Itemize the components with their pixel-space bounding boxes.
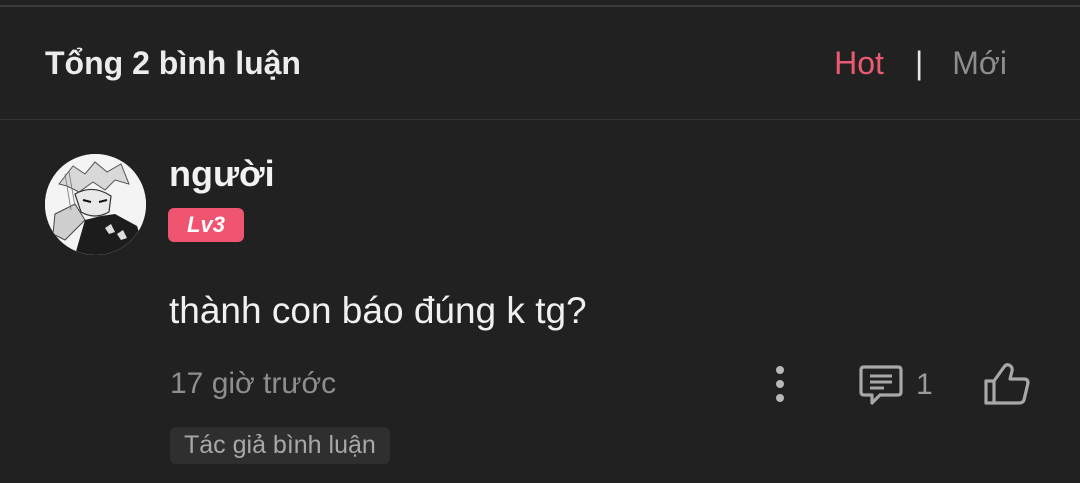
reply-button[interactable]: 1	[858, 363, 933, 407]
reply-count: 1	[916, 368, 933, 401]
author-comment-tag: Tác giả bình luận	[170, 427, 390, 464]
sort-hot-tab[interactable]: Hot	[834, 45, 884, 82]
like-button[interactable]	[982, 361, 1032, 407]
thumbs-up-icon	[984, 363, 1030, 405]
more-options-button[interactable]	[770, 363, 790, 405]
sort-new-tab[interactable]: Mới	[952, 45, 1007, 82]
comment-text: thành con báo đúng k tg?	[169, 290, 587, 331]
sort-separator: |	[914, 45, 924, 81]
avatar-image	[45, 154, 146, 255]
avatar[interactable]	[45, 154, 146, 255]
comments-header: Tổng 2 bình luận Hot | Mới	[0, 7, 1080, 120]
comment-count-title: Tổng 2 bình luận	[45, 45, 301, 81]
more-vertical-icon	[776, 366, 784, 402]
sort-switcher: Hot | Mới	[834, 45, 1007, 82]
comment-item: người Lv3 thành con báo đúng k tg? 17 gi…	[0, 120, 1080, 483]
comment-timestamp: 17 giờ trước	[170, 367, 337, 400]
comment-icon	[859, 365, 903, 405]
comment-username[interactable]: người	[169, 153, 275, 195]
level-badge: Lv3	[168, 208, 244, 242]
